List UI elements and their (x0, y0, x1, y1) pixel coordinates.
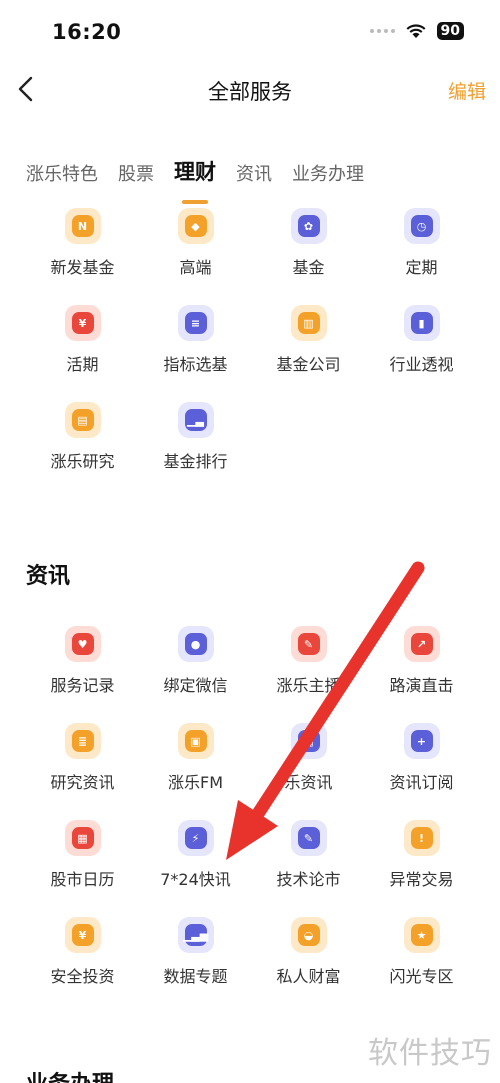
service-label: 乐资讯 (284, 773, 333, 792)
edit-button[interactable]: 编辑 (448, 77, 486, 104)
nav-bar: 全部服务 编辑 (0, 62, 500, 118)
service-bind-wechat[interactable]: ● 绑定微信 (139, 626, 252, 723)
service-flash-zone[interactable]: ★ 闪光专区 (365, 917, 478, 1014)
service-data-topic[interactable]: ▁▃▅ 数据专题 (139, 917, 252, 1014)
clock-icon: ◷ (403, 208, 440, 244)
tab-business[interactable]: 业务办理 (292, 160, 364, 190)
service-fund[interactable]: ✿ 基金 (252, 208, 365, 305)
service-le-news[interactable]: ▦ 乐资讯 (252, 723, 365, 820)
service-roadshow[interactable]: ↗ 路演直击 (365, 626, 478, 723)
data-icon: ▁▃▅ (177, 917, 214, 953)
flash-icon: ⚡ (177, 820, 214, 856)
service-tech-analysis[interactable]: ✎ 技术论市 (252, 820, 365, 917)
tab-stocks[interactable]: 股票 (118, 160, 154, 190)
service-label: 数据专题 (163, 967, 228, 986)
service-label: 股市日历 (50, 870, 115, 889)
service-label: 异常交易 (389, 870, 454, 889)
service-label: 涨乐主播 (276, 676, 341, 695)
wealth-icon: ◒ (290, 917, 327, 953)
service-label: 活期 (66, 355, 99, 374)
service-label: 行业透视 (389, 355, 454, 374)
status-indicators: 90 (369, 22, 464, 40)
watermark: 软件技巧 (368, 1036, 492, 1071)
service-label: 高端 (179, 258, 212, 277)
signal-icon (369, 29, 395, 33)
service-record[interactable]: ♥ 服务记录 (26, 626, 139, 723)
tab-news[interactable]: 资讯 (236, 160, 272, 190)
ranking-icon: ▁▃ (177, 402, 214, 438)
page-title: 全部服务 (208, 80, 292, 104)
service-label: 新发基金 (50, 258, 115, 277)
pen-icon: ✎ (290, 820, 327, 856)
service-label: 路演直击 (389, 676, 454, 695)
wechat-icon: ● (177, 626, 214, 662)
service-calendar[interactable]: ▦ 股市日历 (26, 820, 139, 917)
battery-indicator: 90 (436, 22, 464, 40)
shield-icon: ¥ (64, 917, 101, 953)
service-abnormal-trade[interactable]: ! 异常交易 (365, 820, 478, 917)
tab-featured[interactable]: 涨乐特色 (26, 160, 98, 190)
service-label: 研究资讯 (50, 773, 115, 792)
tab-wealth[interactable]: 理财 (174, 156, 216, 204)
service-label: 涨乐研究 (50, 452, 115, 471)
service-label: 涨乐FM (167, 773, 223, 792)
service-fm[interactable]: ▣ 涨乐FM (139, 723, 252, 820)
news-icon: ▦ (290, 723, 327, 759)
service-label: 指标选基 (163, 355, 228, 374)
status-time: 16:20 (52, 20, 122, 44)
service-label: 基金公司 (276, 355, 341, 374)
service-flash-news[interactable]: ⚡ 7*24快讯 (139, 820, 252, 917)
service-fund-ranking[interactable]: ▁▃ 基金排行 (139, 402, 252, 499)
service-private-wealth[interactable]: ◒ 私人财富 (252, 917, 365, 1014)
report-icon: ≣ (64, 723, 101, 759)
service-label: 私人财富 (276, 967, 341, 986)
diamond-icon: ◆ (177, 208, 214, 244)
subscribe-icon: + (403, 723, 440, 759)
book-icon: ▤ (64, 402, 101, 438)
service-fund-company[interactable]: ▥ 基金公司 (252, 305, 365, 402)
section-title-news: 资讯 (26, 564, 71, 589)
service-new-fund[interactable]: N 新发基金 (26, 208, 139, 305)
service-research-news[interactable]: ≣ 研究资讯 (26, 723, 139, 820)
status-bar: 16:20 90 (0, 0, 500, 62)
service-label: 安全投资 (50, 967, 115, 986)
alert-icon: ! (403, 820, 440, 856)
service-label: 闪光专区 (389, 967, 454, 986)
roadshow-icon: ↗ (403, 626, 440, 662)
service-safe-invest[interactable]: ¥ 安全投资 (26, 917, 139, 1014)
fund-icon: ✿ (290, 208, 327, 244)
service-fixed-term[interactable]: ◷ 定期 (365, 208, 478, 305)
service-label: 技术论市 (276, 870, 341, 889)
service-industry[interactable]: ▮ 行业透视 (365, 305, 478, 402)
service-label: 资讯订阅 (389, 773, 454, 792)
wifi-icon (406, 24, 426, 38)
news-grid: ♥ 服务记录 ● 绑定微信 ✎ 涨乐主播 ↗ 路演直击 ≣ 研究资讯 ▣ 涨乐F… (26, 626, 478, 1014)
wealth-grid: N 新发基金 ◆ 高端 ✿ 基金 ◷ 定期 ¥ 活期 ≡ 指标选基 ▥ 基金公司… (26, 208, 478, 499)
calendar-icon: ▦ (64, 820, 101, 856)
broadcast-icon: ✎ (290, 626, 327, 662)
building-icon: ▥ (290, 305, 327, 341)
new-fund-icon: N (64, 208, 101, 244)
service-label: 7*24快讯 (160, 870, 231, 889)
category-tabs: 涨乐特色 股票 理财 资讯 业务办理 (26, 156, 364, 204)
service-indicator-fund[interactable]: ≡ 指标选基 (139, 305, 252, 402)
service-label: 基金排行 (163, 452, 228, 471)
service-label: 定期 (405, 258, 438, 277)
star-icon: ★ (403, 917, 440, 953)
service-label: 基金 (292, 258, 325, 277)
service-current[interactable]: ¥ 活期 (26, 305, 139, 402)
chart-icon: ▮ (403, 305, 440, 341)
yuan-icon: ¥ (64, 305, 101, 341)
service-anchor[interactable]: ✎ 涨乐主播 (252, 626, 365, 723)
slider-icon: ≡ (177, 305, 214, 341)
radio-icon: ▣ (177, 723, 214, 759)
service-research[interactable]: ▤ 涨乐研究 (26, 402, 139, 499)
heart-icon: ♥ (64, 626, 101, 662)
service-label: 服务记录 (50, 676, 115, 695)
service-subscribe[interactable]: + 资讯订阅 (365, 723, 478, 820)
service-high-end[interactable]: ◆ 高端 (139, 208, 252, 305)
service-label: 绑定微信 (163, 676, 228, 695)
section-title-business: 业务办理 (26, 1066, 114, 1083)
